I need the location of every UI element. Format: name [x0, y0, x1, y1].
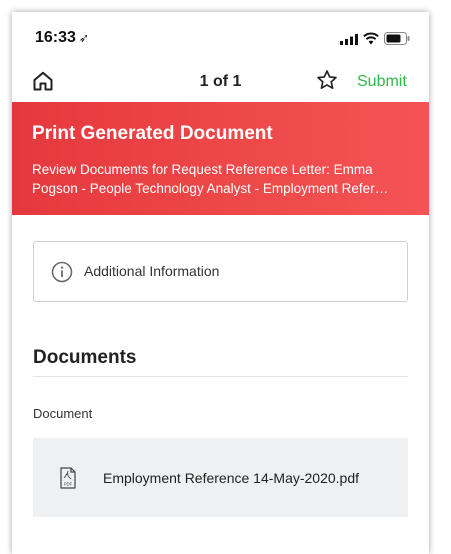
submit-button[interactable]: Submit — [357, 73, 407, 91]
svg-text:PDF: PDF — [64, 482, 73, 487]
time-text: 16:33 — [35, 29, 76, 46]
section-divider — [33, 376, 408, 377]
battery-icon — [384, 32, 410, 45]
additional-information-card[interactable]: Additional Information — [33, 241, 408, 302]
status-bar: 16:33 ➶ — [12, 12, 429, 64]
page-subtitle: Review Documents for Request Reference L… — [32, 162, 389, 196]
star-icon[interactable] — [316, 69, 338, 91]
documents-section-title: Documents — [33, 347, 137, 368]
page-header: Print Generated Document Review Document… — [12, 102, 429, 215]
additional-information-label: Additional Information — [84, 263, 220, 279]
nav-bar: 1 of 1 Submit — [12, 64, 429, 102]
phone-screen: 16:33 ➶ 1 of 1 Submit Print Generated Do… — [12, 12, 429, 554]
page-title: Print Generated Document — [32, 123, 273, 144]
status-time: 16:33 ➶ — [35, 29, 89, 47]
wifi-icon — [363, 32, 379, 45]
document-file-name[interactable]: Employment Reference 14-May-2020.pdf — [103, 470, 359, 486]
pdf-icon: PDF — [60, 467, 76, 489]
document-item[interactable]: PDF Employment Reference 14-May-2020.pdf — [33, 438, 408, 517]
document-field-label: Document — [33, 406, 93, 421]
cellular-signal-icon — [340, 34, 358, 45]
location-arrow-icon: ➶ — [78, 31, 89, 45]
info-icon — [51, 261, 73, 283]
